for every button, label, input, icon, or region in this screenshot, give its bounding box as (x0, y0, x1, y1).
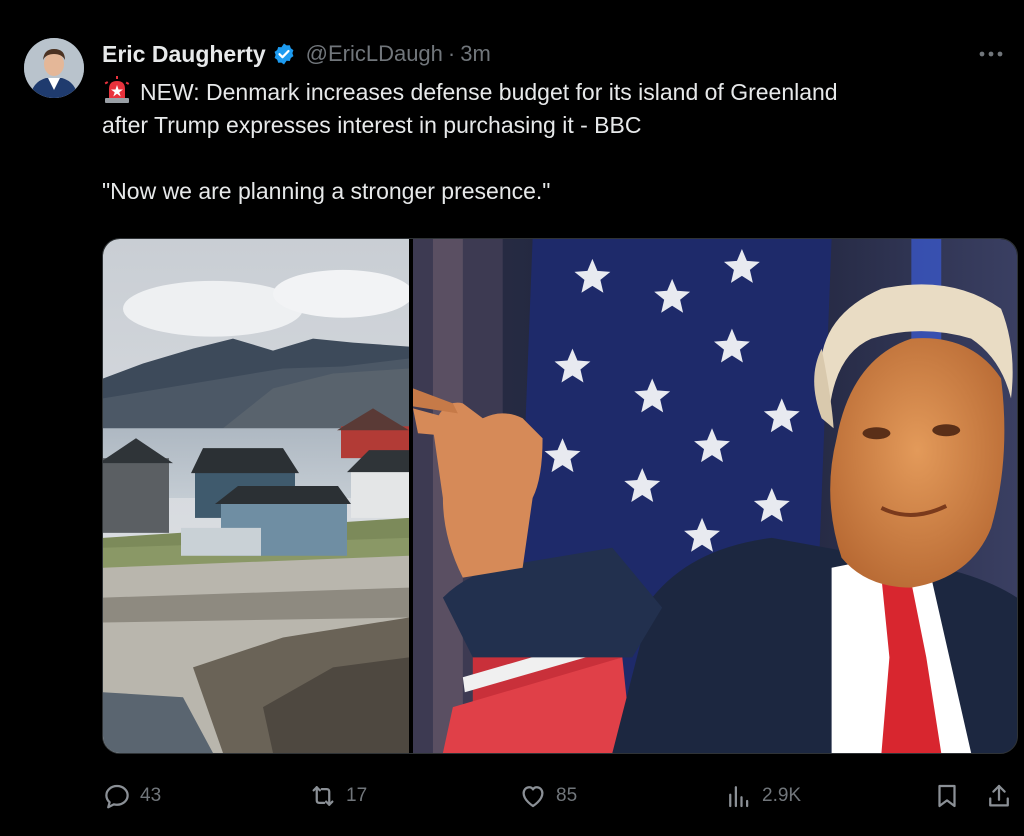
tweet-text-line1: NEW: Denmark increases defense budget fo… (140, 79, 838, 105)
reply-count: 43 (140, 785, 162, 806)
action-bar: 43 17 85 2.9K (100, 776, 1024, 816)
tweet-text-line2: after Trump expresses interest in purcha… (102, 112, 642, 138)
like-count: 85 (556, 785, 578, 806)
bookmark-icon (932, 781, 962, 811)
verified-badge-icon[interactable] (272, 42, 296, 66)
trump-photo[interactable] (413, 239, 1017, 753)
reply-icon (102, 781, 132, 811)
greenland-photo[interactable] (103, 239, 409, 753)
tweet-text-quote: "Now we are planning a stronger presence… (102, 178, 551, 204)
tweet-text: NEW: Denmark increases defense budget fo… (102, 76, 1002, 208)
timestamp[interactable]: 3m (460, 41, 491, 67)
repost-icon (308, 781, 338, 811)
heart-icon (518, 781, 548, 811)
tweet[interactable]: Eric Daugherty @EricLDaugh · 3m NEW: Den… (0, 0, 1024, 836)
separator-dot: · (447, 41, 456, 66)
repost-button[interactable]: 17 (308, 776, 367, 816)
handle[interactable]: @EricLDaugh (306, 41, 443, 67)
views-button[interactable]: 2.9K (724, 776, 801, 816)
repost-count: 17 (346, 785, 368, 806)
share-button[interactable] (984, 776, 1014, 816)
views-chart-icon (724, 781, 754, 811)
more-icon[interactable] (976, 42, 1006, 66)
tweet-header: Eric Daugherty @EricLDaugh · 3m (102, 38, 491, 70)
bookmark-button[interactable] (932, 776, 962, 816)
rotating-light-icon (102, 76, 132, 106)
share-icon (984, 781, 1014, 811)
tweet-text-line: NEW: Denmark increases defense budget fo… (102, 76, 1002, 109)
media-grid (102, 238, 1018, 754)
reply-button[interactable]: 43 (102, 776, 161, 816)
views-count: 2.9K (762, 785, 802, 806)
like-button[interactable]: 85 (518, 776, 577, 816)
display-name[interactable]: Eric Daugherty (102, 41, 266, 68)
avatar[interactable] (24, 38, 84, 98)
